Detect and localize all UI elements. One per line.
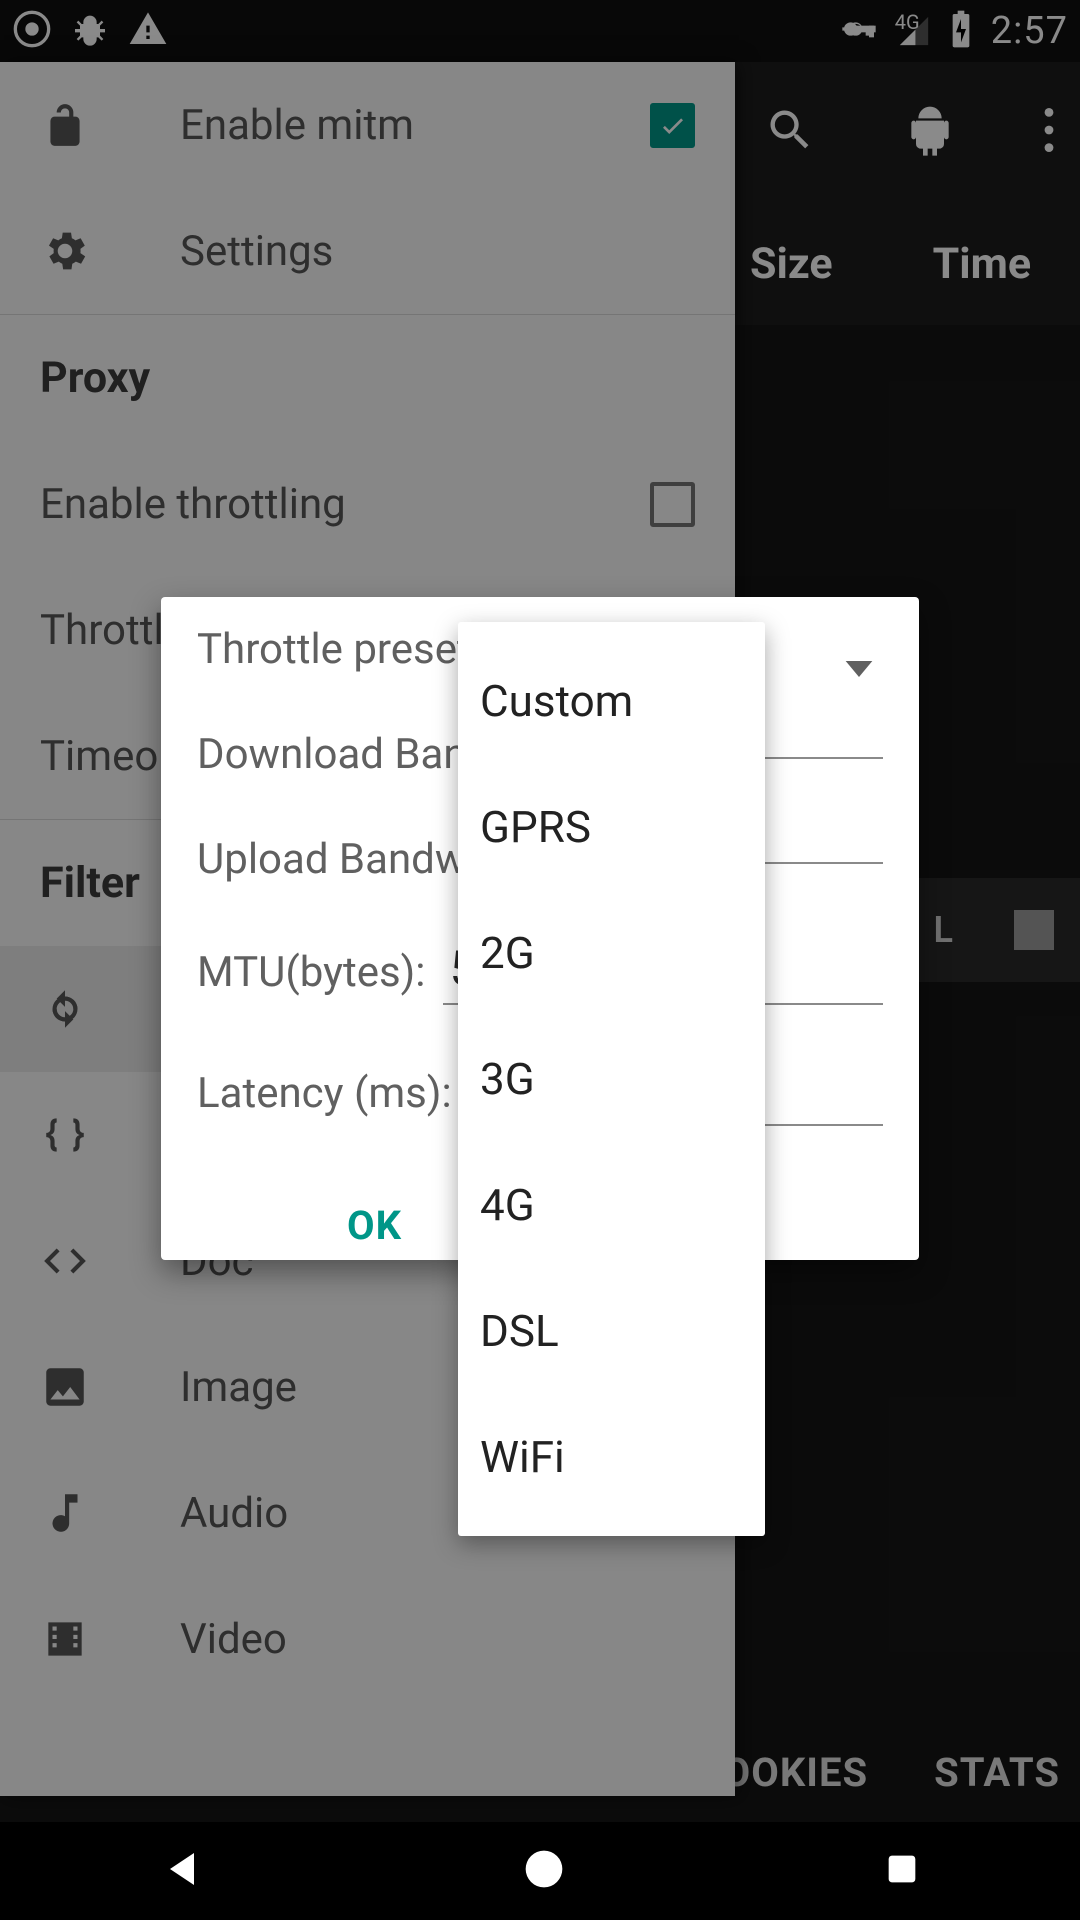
preset-option-gprs[interactable]: GPRS [458,764,765,890]
throttle-preset-dropdown: Custom GPRS 2G 3G 4G DSL WiFi [458,622,765,1536]
preset-option-2g[interactable]: 2G [458,890,765,1016]
latency-label: Latency (ms): [197,1069,452,1118]
upload-bandwidth-label: Upload Bandwid [197,835,500,884]
preset-option-3g[interactable]: 3G [458,1016,765,1142]
throttle-presets-label: Throttle presets: [197,625,503,674]
mtu-label: MTU(bytes): [197,948,425,997]
preset-option-4g[interactable]: 4G [458,1142,765,1268]
navigation-bar [0,1822,1080,1920]
dropdown-caret-icon[interactable] [845,639,873,688]
recent-button[interactable] [882,1849,922,1893]
home-button[interactable] [522,1847,566,1895]
ok-button[interactable]: OK [347,1202,402,1249]
preset-option-wifi[interactable]: WiFi [458,1394,765,1520]
preset-option-custom[interactable]: Custom [458,638,765,764]
back-button[interactable] [158,1845,206,1897]
preset-option-dsl[interactable]: DSL [458,1268,765,1394]
